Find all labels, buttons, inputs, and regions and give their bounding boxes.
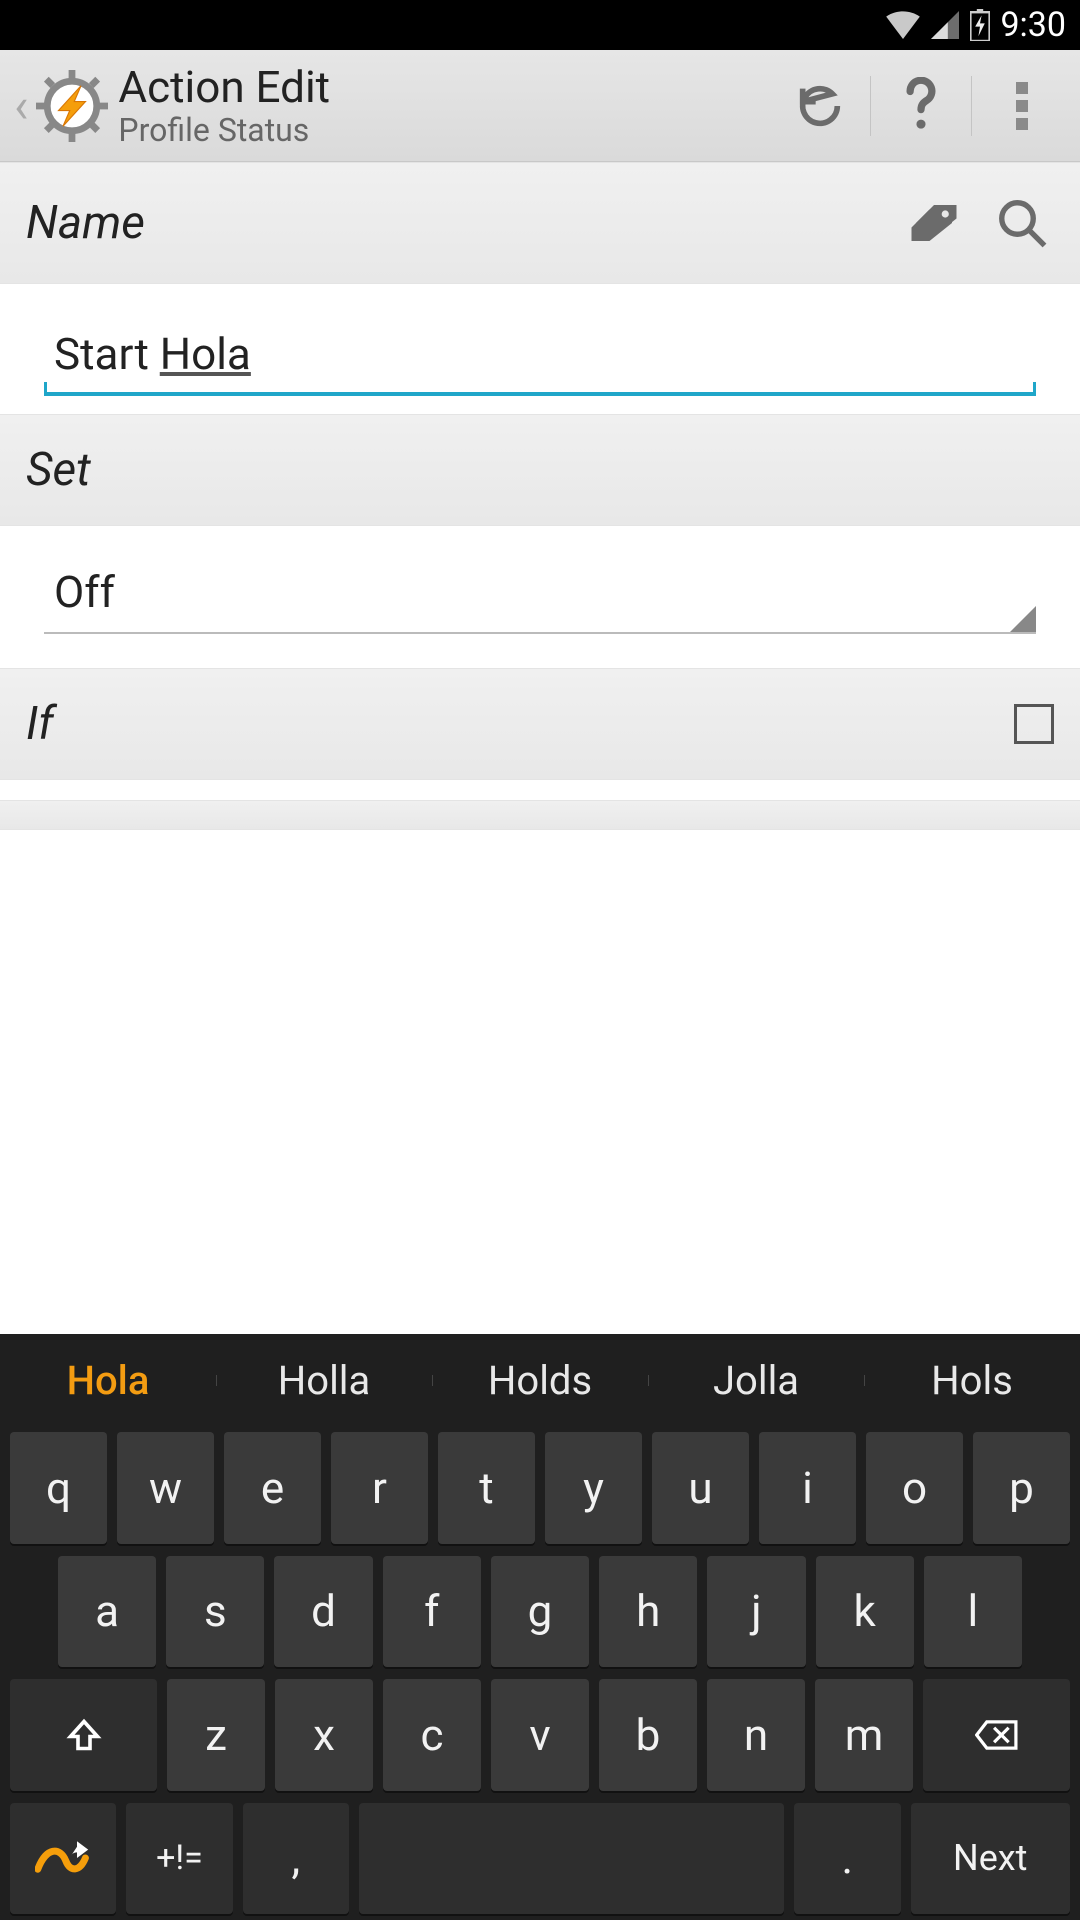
key-s[interactable]: s <box>166 1556 264 1668</box>
page-subtitle: Profile Status <box>118 113 770 148</box>
battery-charging-icon <box>970 9 990 41</box>
key-f[interactable]: f <box>383 1556 481 1668</box>
key-c[interactable]: c <box>383 1679 481 1791</box>
key-j[interactable]: j <box>707 1556 805 1668</box>
reset-button[interactable] <box>770 56 870 156</box>
key-a[interactable]: a <box>58 1556 156 1668</box>
overflow-menu-button[interactable] <box>972 56 1072 156</box>
key-v[interactable]: v <box>491 1679 589 1791</box>
back-button[interactable]: ‹ <box>8 77 34 134</box>
set-section-header: Set <box>0 414 1080 526</box>
comma-key[interactable]: , <box>243 1803 349 1915</box>
wifi-icon <box>886 11 920 39</box>
key-l[interactable]: l <box>924 1556 1022 1668</box>
shift-key[interactable] <box>10 1679 157 1791</box>
backspace-key[interactable] <box>923 1679 1070 1791</box>
key-e[interactable]: e <box>224 1432 321 1544</box>
status-bar: 9:30 <box>0 0 1080 50</box>
key-h[interactable]: h <box>599 1556 697 1668</box>
suggestion-2[interactable]: Holla <box>216 1357 432 1404</box>
suggestion-1[interactable]: Hola <box>0 1357 216 1404</box>
name-field-wrap: Start Hola <box>0 284 1080 414</box>
key-o[interactable]: o <box>866 1432 963 1544</box>
key-x[interactable]: x <box>275 1679 373 1791</box>
set-field-wrap: Off <box>0 526 1080 668</box>
help-button[interactable] <box>871 56 971 156</box>
action-bar-titles: Action Edit Profile Status <box>118 63 770 149</box>
key-i[interactable]: i <box>759 1432 856 1544</box>
tag-edit-icon[interactable] <box>902 191 966 255</box>
form-content: Name Start Hola Set Off If <box>0 162 1080 1334</box>
key-n[interactable]: n <box>707 1679 805 1791</box>
action-bar: ‹ Action Edit Profile Status <box>0 50 1080 162</box>
suggestion-4[interactable]: Jolla <box>648 1357 864 1404</box>
key-q[interactable]: q <box>10 1432 107 1544</box>
cell-signal-icon <box>930 11 960 39</box>
key-row-1: q w e r t y u i o p <box>0 1426 1080 1550</box>
name-value-prefix: Start <box>54 328 160 380</box>
suggestion-bar: Hola Holla Holds Jolla Hols <box>0 1334 1080 1426</box>
key-row-4: +!= , . Next <box>0 1797 1080 1920</box>
period-key[interactable]: . <box>794 1803 900 1915</box>
enter-key[interactable]: Next <box>911 1803 1070 1915</box>
set-spinner[interactable]: Off <box>44 560 1036 634</box>
key-r[interactable]: r <box>331 1432 428 1544</box>
suggestion-3[interactable]: Holds <box>432 1357 648 1404</box>
next-section-peek <box>0 800 1080 830</box>
name-input[interactable]: Start Hola <box>44 324 1036 396</box>
key-w[interactable]: w <box>117 1432 214 1544</box>
space-key[interactable] <box>359 1803 784 1915</box>
set-label: Set <box>26 443 1054 497</box>
key-row-2: a s d f g h j k l <box>0 1550 1080 1674</box>
if-label: If <box>26 697 1014 751</box>
name-value-word: Hola <box>160 328 251 380</box>
name-label: Name <box>26 196 878 250</box>
tasker-app-icon[interactable] <box>36 70 108 142</box>
key-b[interactable]: b <box>599 1679 697 1791</box>
swype-key[interactable] <box>10 1803 116 1915</box>
status-time: 9:30 <box>1000 5 1066 45</box>
key-row-3: z x c v b n m <box>0 1673 1080 1797</box>
key-k[interactable]: k <box>816 1556 914 1668</box>
key-d[interactable]: d <box>274 1556 372 1668</box>
symbols-key[interactable]: +!= <box>126 1803 232 1915</box>
key-g[interactable]: g <box>491 1556 589 1668</box>
key-p[interactable]: p <box>973 1432 1070 1544</box>
suggestion-5[interactable]: Hols <box>864 1357 1080 1404</box>
if-section-header: If <box>0 668 1080 780</box>
if-checkbox[interactable] <box>1014 704 1054 744</box>
key-m[interactable]: m <box>815 1679 913 1791</box>
key-t[interactable]: t <box>438 1432 535 1544</box>
key-z[interactable]: z <box>167 1679 265 1791</box>
search-icon[interactable] <box>990 191 1054 255</box>
soft-keyboard: Hola Holla Holds Jolla Hols q w e r t y … <box>0 1334 1080 1920</box>
key-y[interactable]: y <box>545 1432 642 1544</box>
name-section-header: Name <box>0 162 1080 284</box>
key-u[interactable]: u <box>652 1432 749 1544</box>
page-title: Action Edit <box>118 63 770 111</box>
